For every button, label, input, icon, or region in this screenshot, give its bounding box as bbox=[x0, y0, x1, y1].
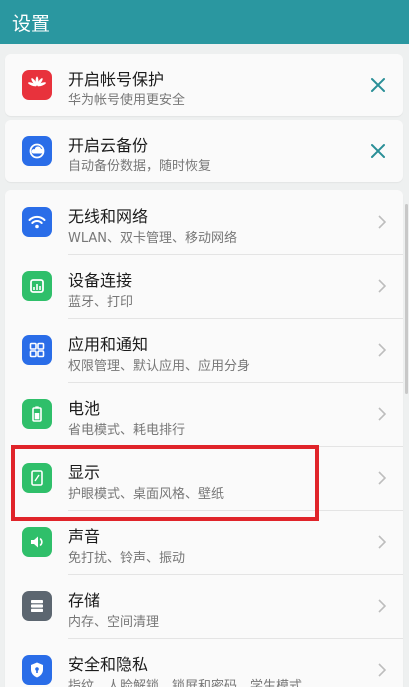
wifi-icon bbox=[22, 207, 52, 237]
battery-icon bbox=[22, 399, 52, 429]
suggestion-label: 开启帐号保护 bbox=[68, 70, 165, 89]
title-bar: 设置 bbox=[0, 0, 409, 44]
chevron-right-icon bbox=[378, 599, 387, 613]
settings-item-sub: 权限管理、默认应用、应用分身 bbox=[68, 359, 251, 374]
settings-item-apps[interactable]: 应用和通知 权限管理、默认应用、应用分身 bbox=[5, 318, 403, 382]
apps-icon bbox=[22, 335, 52, 365]
suggestion-card-cloud[interactable]: 开启云备份 自动备份数据，随时恢复 bbox=[5, 120, 403, 182]
settings-item-sub: 指纹、人脸解锁、锁屏和密码、学生模式 bbox=[68, 679, 303, 687]
settings-item-sub: WLAN、双卡管理、移动网络 bbox=[68, 231, 238, 246]
settings-item-display[interactable]: 显示 护眼模式、桌面风格、壁纸 bbox=[5, 446, 403, 510]
settings-item-label: 存储 bbox=[68, 591, 101, 610]
settings-item-wireless[interactable]: 无线和网络 WLAN、双卡管理、移动网络 bbox=[5, 190, 403, 254]
chevron-right-icon bbox=[378, 471, 387, 485]
settings-item-sub: 护眼模式、桌面风格、壁纸 bbox=[68, 487, 225, 502]
settings-item-sub: 内存、空间清理 bbox=[68, 615, 160, 630]
device-connection-icon bbox=[22, 271, 52, 301]
page-title: 设置 bbox=[12, 13, 51, 35]
storage-icon bbox=[22, 591, 52, 621]
suggestion-label: 开启云备份 bbox=[68, 136, 149, 155]
settings-item-label: 显示 bbox=[68, 463, 101, 482]
settings-item-label: 电池 bbox=[68, 399, 101, 418]
cloud-backup-icon bbox=[22, 136, 52, 166]
shield-icon bbox=[22, 655, 52, 685]
settings-item-sub: 蓝牙、打印 bbox=[68, 295, 134, 310]
settings-item-label: 声音 bbox=[68, 527, 101, 546]
chevron-right-icon bbox=[378, 343, 387, 357]
suggestion-card-account[interactable]: 开启帐号保护 华为帐号使用更安全 bbox=[5, 54, 403, 116]
suggestion-sub: 自动备份数据，随时恢复 bbox=[68, 159, 212, 174]
settings-item-label: 应用和通知 bbox=[68, 335, 149, 354]
settings-card: 无线和网络 WLAN、双卡管理、移动网络 设备连接 蓝牙、打印 应用和通知 权限… bbox=[5, 190, 403, 687]
settings-item-label: 设备连接 bbox=[68, 271, 133, 290]
chevron-right-icon bbox=[378, 663, 387, 677]
close-icon[interactable] bbox=[369, 76, 387, 94]
scrollbar[interactable] bbox=[405, 204, 408, 394]
settings-item-label: 无线和网络 bbox=[68, 207, 149, 226]
settings-list[interactable]: 开启帐号保护 华为帐号使用更安全 开启云备份 自动备份数据，随时恢复 无线和网络… bbox=[0, 44, 409, 687]
settings-item-sub: 省电模式、耗电排行 bbox=[68, 423, 186, 438]
chevron-right-icon bbox=[378, 535, 387, 549]
settings-item-label: 安全和隐私 bbox=[68, 655, 149, 674]
settings-item-storage[interactable]: 存储 内存、空间清理 bbox=[5, 574, 403, 638]
sound-icon bbox=[22, 527, 52, 557]
suggestion-sub: 华为帐号使用更安全 bbox=[68, 93, 186, 108]
chevron-right-icon bbox=[378, 215, 387, 229]
display-icon bbox=[22, 463, 52, 493]
settings-item-device-connection[interactable]: 设备连接 蓝牙、打印 bbox=[5, 254, 403, 318]
chevron-right-icon bbox=[378, 407, 387, 421]
settings-item-sub: 免打扰、铃声、振动 bbox=[68, 551, 186, 566]
close-icon[interactable] bbox=[369, 142, 387, 160]
chevron-right-icon bbox=[378, 279, 387, 293]
settings-item-sound[interactable]: 声音 免打扰、铃声、振动 bbox=[5, 510, 403, 574]
huawei-logo-icon bbox=[22, 70, 52, 100]
settings-item-battery[interactable]: 电池 省电模式、耗电排行 bbox=[5, 382, 403, 446]
settings-item-security[interactable]: 安全和隐私 指纹、人脸解锁、锁屏和密码、学生模式 bbox=[5, 638, 403, 687]
